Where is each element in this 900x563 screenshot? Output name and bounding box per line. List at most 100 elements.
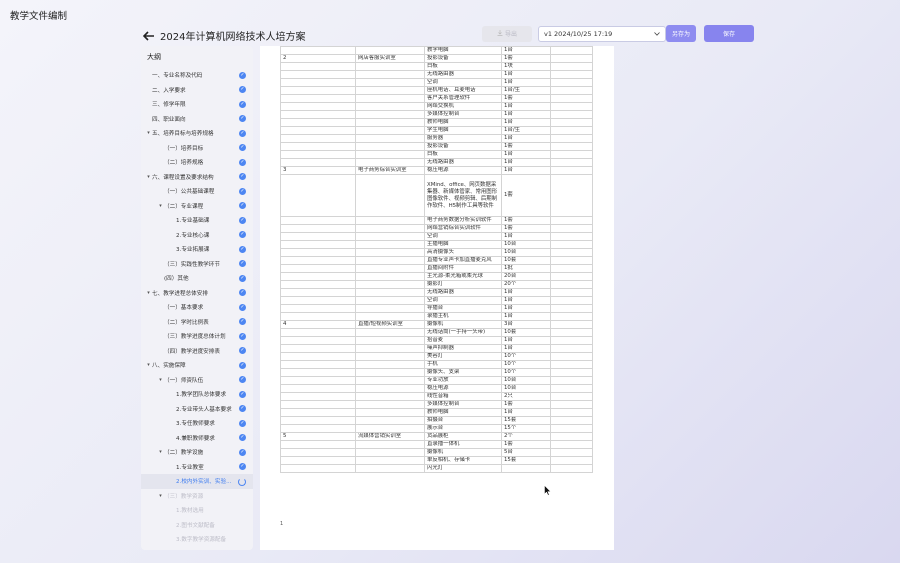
- equipment-cell: 噪声抑制器: [424, 344, 502, 353]
- check-icon: ✓: [239, 231, 246, 238]
- quantity-cell: 1套: [501, 224, 551, 233]
- table-row: 噪声抑制器 1台: [280, 344, 593, 353]
- save-button[interactable]: 保存: [704, 25, 754, 42]
- outline-item[interactable]: 二、入学要求 ✓: [141, 83, 253, 98]
- check-icon: ✓: [239, 144, 246, 151]
- empty-cell: [550, 280, 593, 289]
- empty-cell: [550, 328, 593, 337]
- index-cell: [280, 304, 356, 313]
- outline-item[interactable]: ▾ （二）教学设施 ✓: [141, 445, 253, 460]
- empty-cell: [550, 424, 593, 433]
- outline-item[interactable]: 1.教材选用: [141, 503, 253, 518]
- outline-item-label: 八、实施保障: [152, 363, 186, 370]
- equipment-cell: 摄像机: [424, 320, 502, 329]
- equipment-cell: 摄像头、支架: [424, 368, 502, 377]
- outline-item[interactable]: 1.专业教室 ✓: [141, 460, 253, 475]
- quantity-cell: 15套: [501, 416, 551, 425]
- empty-cell: [550, 360, 593, 369]
- check-icon: ✓: [239, 129, 246, 137]
- check-icon: ✓: [239, 245, 246, 253]
- outline-item[interactable]: （四）教学进度安排表 ✓: [141, 344, 253, 359]
- outline-item[interactable]: ▾ 八、实施保障 ✓: [141, 358, 253, 373]
- document-content[interactable]: 教学电脑 1台 2 网店客服实训室 投影设备 1套 白板 1块 无线路由器 1台 空调 1台 座机电话、…: [260, 46, 614, 550]
- outline-item[interactable]: 1.专业基础课 ✓: [141, 213, 253, 228]
- outline-item[interactable]: 4.兼职教师要求 ✓: [141, 431, 253, 446]
- index-cell: [280, 256, 356, 265]
- outline-item[interactable]: 四、职业面向 ✓: [141, 112, 253, 127]
- table-row: 直播专业声卡加直播麦克风 10套: [280, 256, 593, 265]
- outline-item[interactable]: 2.校内外实训、实验...: [141, 474, 253, 489]
- outline-item[interactable]: （二）学时比例表 ✓: [141, 315, 253, 330]
- expand-arrow-icon[interactable]: ▾: [145, 290, 152, 296]
- room-name-cell: [355, 158, 425, 167]
- room-name-cell: [355, 174, 425, 217]
- index-cell: [280, 368, 356, 377]
- quantity-cell: 1台/生: [501, 86, 551, 95]
- outline-item-label: 四、职业面向: [152, 116, 186, 123]
- index-cell: [280, 102, 356, 111]
- room-name-cell: [355, 384, 425, 393]
- outline-item[interactable]: （一）培养目标 ✓: [141, 141, 253, 156]
- version-select[interactable]: v1 2024/10/25 17:19: [538, 25, 666, 42]
- outline-item[interactable]: ▾ 七、教学进程总体安排 ✓: [141, 286, 253, 301]
- check-icon: ✓: [239, 187, 246, 195]
- outline-item[interactable]: （一）基本要求 ✓: [141, 300, 253, 315]
- outline-item[interactable]: 2.专业带头人基本要求 ✓: [141, 402, 253, 417]
- empty-cell: [550, 408, 593, 417]
- quantity-cell: 10台: [501, 248, 551, 257]
- outline-item[interactable]: (四）其他 ✓: [141, 271, 253, 286]
- equipment-cell: 无线路由器: [424, 70, 502, 79]
- quantity-cell: 1台: [501, 102, 551, 111]
- expand-arrow-icon[interactable]: ▾: [145, 174, 152, 180]
- quantity-cell: 1套: [501, 94, 551, 103]
- outline-item[interactable]: ▾ 六、课程设置及要求结构 ✓: [141, 170, 253, 185]
- index-cell: [280, 240, 356, 249]
- empty-cell: [550, 320, 593, 329]
- table-row: 录播主机 1台: [280, 312, 593, 321]
- outline-item[interactable]: ▾ 五、培养目标与培养规格 ✓: [141, 126, 253, 141]
- outline-item[interactable]: （三）实践性教学环节 ✓: [141, 257, 253, 272]
- expand-arrow-icon[interactable]: ▾: [145, 362, 152, 368]
- equipment-cell: 座机电话、耳麦电话: [424, 86, 502, 95]
- expand-arrow-icon[interactable]: ▾: [157, 377, 164, 383]
- outline-item[interactable]: （一）公共基础课程 ✓: [141, 184, 253, 199]
- outline-item[interactable]: ▾ （三）教学资源: [141, 489, 253, 504]
- outline-item-label: 2.图书文献配备: [176, 522, 215, 529]
- equipment-cell: 货品展柜: [424, 432, 502, 441]
- outline-item[interactable]: 2.图书文献配备: [141, 518, 253, 533]
- table-row: 教学电脑 1台: [280, 46, 593, 55]
- table-row: 客户关系管理软件 1套: [280, 94, 593, 103]
- equipment-cell: 网络交换机: [424, 102, 502, 111]
- outline-item[interactable]: 2.专业核心课 ✓: [141, 228, 253, 243]
- outline-item[interactable]: 3.数字教学资源配备: [141, 532, 253, 547]
- quantity-cell: 1台: [501, 288, 551, 297]
- quantity-cell: 1套: [501, 400, 551, 409]
- back-arrow-icon[interactable]: [142, 29, 156, 43]
- empty-cell: [550, 416, 593, 425]
- outline-item[interactable]: 一、专业名称及代码 ✓: [141, 68, 253, 83]
- index-cell: [280, 416, 356, 425]
- expand-arrow-icon[interactable]: ▾: [157, 449, 164, 455]
- equipment-cell: 空调: [424, 232, 502, 241]
- outline-item[interactable]: ▾ （一）师资队伍 ✓: [141, 373, 253, 388]
- room-name-cell: [355, 272, 425, 281]
- check-icon: ✓: [239, 100, 246, 108]
- table-row: 无线路由器 1台: [280, 70, 593, 79]
- expand-arrow-icon[interactable]: ▾: [145, 130, 152, 136]
- save-as-button[interactable]: 另存为: [666, 25, 696, 42]
- outline-item[interactable]: （三）教学进度总体计划 ✓: [141, 329, 253, 344]
- outline-item[interactable]: 3.专任教师要求 ✓: [141, 416, 253, 431]
- table-row: XMind、office、网页数据采集器、新媒体管家、常用图形图像软件、视频剪辑…: [280, 174, 593, 217]
- outline-item[interactable]: 三、修学年限 ✓: [141, 97, 253, 112]
- outline-item[interactable]: 3.专业拓展课 ✓: [141, 242, 253, 257]
- equipment-cell: 摄影灯: [424, 280, 502, 289]
- expand-arrow-icon[interactable]: ▾: [157, 493, 164, 499]
- empty-cell: [550, 126, 593, 135]
- export-button[interactable]: 导出: [482, 25, 532, 42]
- outline-item[interactable]: （二）培养规格 ✓: [141, 155, 253, 170]
- outline-item[interactable]: ▾ （二）专业课程 ✓: [141, 199, 253, 214]
- expand-arrow-icon[interactable]: ▾: [157, 203, 164, 209]
- outline-item[interactable]: 1.教学团队总体要求 ✓: [141, 387, 253, 402]
- quantity-cell: 1台: [501, 166, 551, 175]
- quantity-cell: 1套: [501, 440, 551, 449]
